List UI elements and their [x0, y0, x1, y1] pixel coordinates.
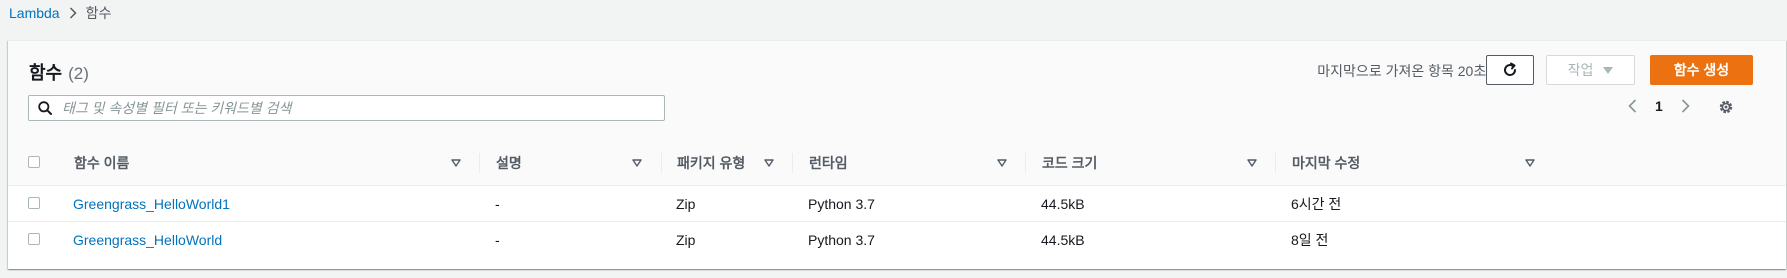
panel-title: 함수 (2) — [29, 59, 89, 85]
column-header-description[interactable]: 설명 — [496, 141, 661, 185]
column-header-package-type[interactable]: 패키지 유형 — [677, 141, 792, 185]
row-checkbox[interactable] — [28, 197, 40, 209]
sort-icon[interactable] — [764, 159, 774, 167]
last-fetched-text: 마지막으로 가져온 항목 20초 전 — [1317, 63, 1503, 79]
package-type-cell: Zip — [676, 231, 696, 248]
panel-header: 함수 (2) 마지막으로 가져온 항목 20초 전 작업 함수 생성 태그 및 … — [8, 41, 1786, 142]
functions-table: 함수 이름 설명 패키지 유형 런타임 코드 크기 마지막 수정 Greengr… — [8, 141, 1786, 257]
page-number[interactable]: 1 — [1655, 98, 1663, 114]
column-header-runtime[interactable]: 런타임 — [809, 141, 1025, 185]
breadcrumb: Lambda 함수 — [9, 4, 111, 22]
column-header-code-size[interactable]: 코드 크기 — [1042, 141, 1275, 185]
chevron-left-icon[interactable] — [1628, 99, 1637, 113]
last-modified-cell: 8일 전 — [1291, 231, 1329, 248]
refresh-icon — [1502, 62, 1518, 78]
description-cell: - — [495, 231, 500, 248]
column-header-last-modified[interactable]: 마지막 수정 — [1292, 141, 1552, 185]
actions-dropdown-button[interactable]: 작업 — [1546, 55, 1635, 85]
create-function-button[interactable]: 함수 생성 — [1650, 55, 1753, 85]
function-name-link[interactable]: Greengrass_HelloWorld — [73, 232, 222, 248]
function-count: (2) — [68, 64, 89, 83]
chevron-right-icon — [69, 7, 77, 19]
chevron-right-icon[interactable] — [1681, 99, 1690, 113]
gear-icon[interactable] — [1718, 99, 1734, 120]
breadcrumb-functions: 함수 — [85, 5, 112, 21]
sort-icon[interactable] — [1247, 159, 1257, 167]
caret-down-icon — [1603, 66, 1614, 74]
function-name-link[interactable]: Greengrass_HelloWorld1 — [73, 196, 230, 212]
runtime-cell: Python 3.7 — [808, 231, 875, 248]
sort-icon[interactable] — [997, 159, 1007, 167]
pagination: 1 — [1628, 98, 1690, 114]
search-input[interactable] — [60, 99, 664, 117]
sort-icon[interactable] — [1525, 159, 1535, 167]
table-header: 함수 이름 설명 패키지 유형 런타임 코드 크기 마지막 수정 — [8, 141, 1786, 186]
column-header-function-name[interactable]: 함수 이름 — [74, 141, 479, 185]
refresh-button[interactable] — [1486, 55, 1534, 85]
last-modified-cell: 6시간 전 — [1291, 195, 1342, 212]
table-row: Greengrass_HelloWorld - Zip Python 3.7 4… — [8, 222, 1786, 257]
actions-label: 작업 — [1567, 62, 1594, 78]
row-checkbox[interactable] — [28, 233, 40, 245]
search-icon — [38, 101, 52, 115]
search-field[interactable] — [28, 95, 665, 121]
package-type-cell: Zip — [676, 195, 696, 212]
code-size-cell: 44.5kB — [1041, 195, 1085, 212]
runtime-cell: Python 3.7 — [808, 195, 875, 212]
code-size-cell: 44.5kB — [1041, 231, 1085, 248]
functions-panel: 함수 (2) 마지막으로 가져온 항목 20초 전 작업 함수 생성 태그 및 … — [8, 40, 1786, 269]
description-cell: - — [495, 195, 500, 212]
sort-icon[interactable] — [451, 159, 461, 167]
panel-title-text: 함수 — [29, 63, 63, 83]
table-row: Greengrass_HelloWorld1 - Zip Python 3.7 … — [8, 186, 1786, 222]
select-all-checkbox[interactable] — [28, 156, 40, 168]
breadcrumb-lambda[interactable]: Lambda — [9, 5, 60, 21]
sort-icon[interactable] — [632, 159, 642, 167]
